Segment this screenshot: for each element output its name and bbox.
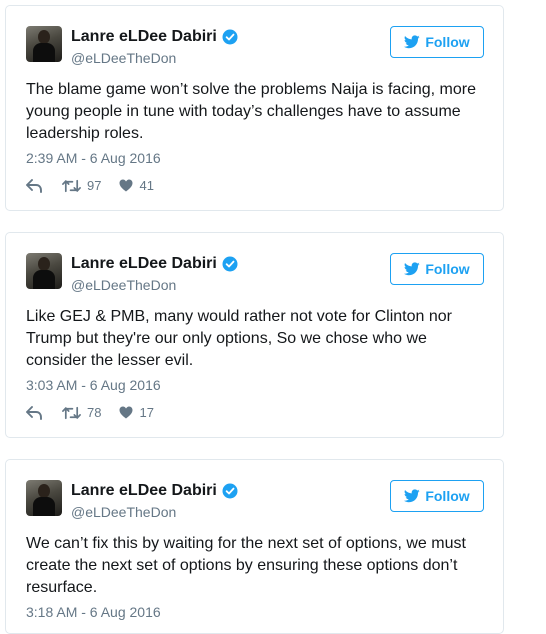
author-name-row[interactable]: Lanre eLDee Dabiri bbox=[71, 255, 238, 273]
follow-button-label: Follow bbox=[425, 261, 470, 277]
tweet-card: Lanre eLDee Dabiri @eLDeeTheDon Follow L… bbox=[5, 232, 504, 438]
avatar[interactable] bbox=[26, 480, 62, 516]
tweet-card: Lanre eLDee Dabiri @eLDeeTheDon Follow W… bbox=[5, 459, 504, 634]
author-name[interactable]: Lanre eLDee Dabiri bbox=[71, 255, 217, 273]
author-handle[interactable]: @eLDeeTheDon bbox=[71, 504, 176, 520]
author-name[interactable]: Lanre eLDee Dabiri bbox=[71, 28, 217, 46]
tweet-card: Lanre eLDee Dabiri @eLDeeTheDon Follow T… bbox=[5, 5, 504, 211]
avatar[interactable] bbox=[26, 253, 62, 289]
retweet-icon bbox=[62, 179, 81, 192]
reply-icon bbox=[26, 405, 42, 420]
author-name-row[interactable]: Lanre eLDee Dabiri bbox=[71, 482, 238, 500]
avatar[interactable] bbox=[26, 26, 62, 62]
tweet-timestamp[interactable]: 2:39 AM - 6 Aug 2016 bbox=[26, 150, 161, 166]
twitter-bird-icon bbox=[404, 262, 421, 276]
tweet-timestamp[interactable]: 3:03 AM - 6 Aug 2016 bbox=[26, 377, 161, 393]
follow-button[interactable]: Follow bbox=[390, 253, 484, 285]
tweet-actions: 78 17 bbox=[26, 405, 154, 420]
author-name[interactable]: Lanre eLDee Dabiri bbox=[71, 482, 217, 500]
heart-icon bbox=[119, 406, 133, 419]
retweet-count: 78 bbox=[87, 405, 102, 420]
like-button[interactable]: 41 bbox=[119, 178, 154, 193]
tweet-text: The blame game won’t solve the problems … bbox=[26, 81, 476, 142]
retweet-icon bbox=[62, 406, 81, 419]
author-name-row[interactable]: Lanre eLDee Dabiri bbox=[71, 28, 238, 46]
follow-button-label: Follow bbox=[425, 34, 470, 50]
tweet-text: We can’t fix this by waiting for the nex… bbox=[26, 535, 466, 596]
twitter-bird-icon bbox=[404, 35, 421, 49]
twitter-bird-icon bbox=[404, 489, 421, 503]
follow-button[interactable]: Follow bbox=[390, 480, 484, 512]
tweet-text: Like GEJ & PMB, many would rather not vo… bbox=[26, 308, 452, 369]
reply-button[interactable] bbox=[26, 178, 62, 193]
reply-button[interactable] bbox=[26, 405, 62, 420]
author-handle[interactable]: @eLDeeTheDon bbox=[71, 277, 176, 293]
like-button[interactable]: 17 bbox=[119, 405, 154, 420]
tweet-timestamp[interactable]: 3:18 AM - 6 Aug 2016 bbox=[26, 604, 161, 620]
verified-badge-icon bbox=[222, 29, 238, 45]
verified-badge-icon bbox=[222, 256, 238, 272]
retweet-count: 97 bbox=[87, 178, 102, 193]
like-count: 41 bbox=[139, 178, 154, 193]
retweet-button[interactable]: 97 bbox=[62, 178, 101, 193]
follow-button[interactable]: Follow bbox=[390, 26, 484, 58]
retweet-button[interactable]: 78 bbox=[62, 405, 101, 420]
reply-icon bbox=[26, 178, 42, 193]
verified-badge-icon bbox=[222, 483, 238, 499]
like-count: 17 bbox=[139, 405, 154, 420]
follow-button-label: Follow bbox=[425, 488, 470, 504]
author-handle[interactable]: @eLDeeTheDon bbox=[71, 50, 176, 66]
tweet-actions: 97 41 bbox=[26, 178, 154, 193]
heart-icon bbox=[119, 179, 133, 192]
